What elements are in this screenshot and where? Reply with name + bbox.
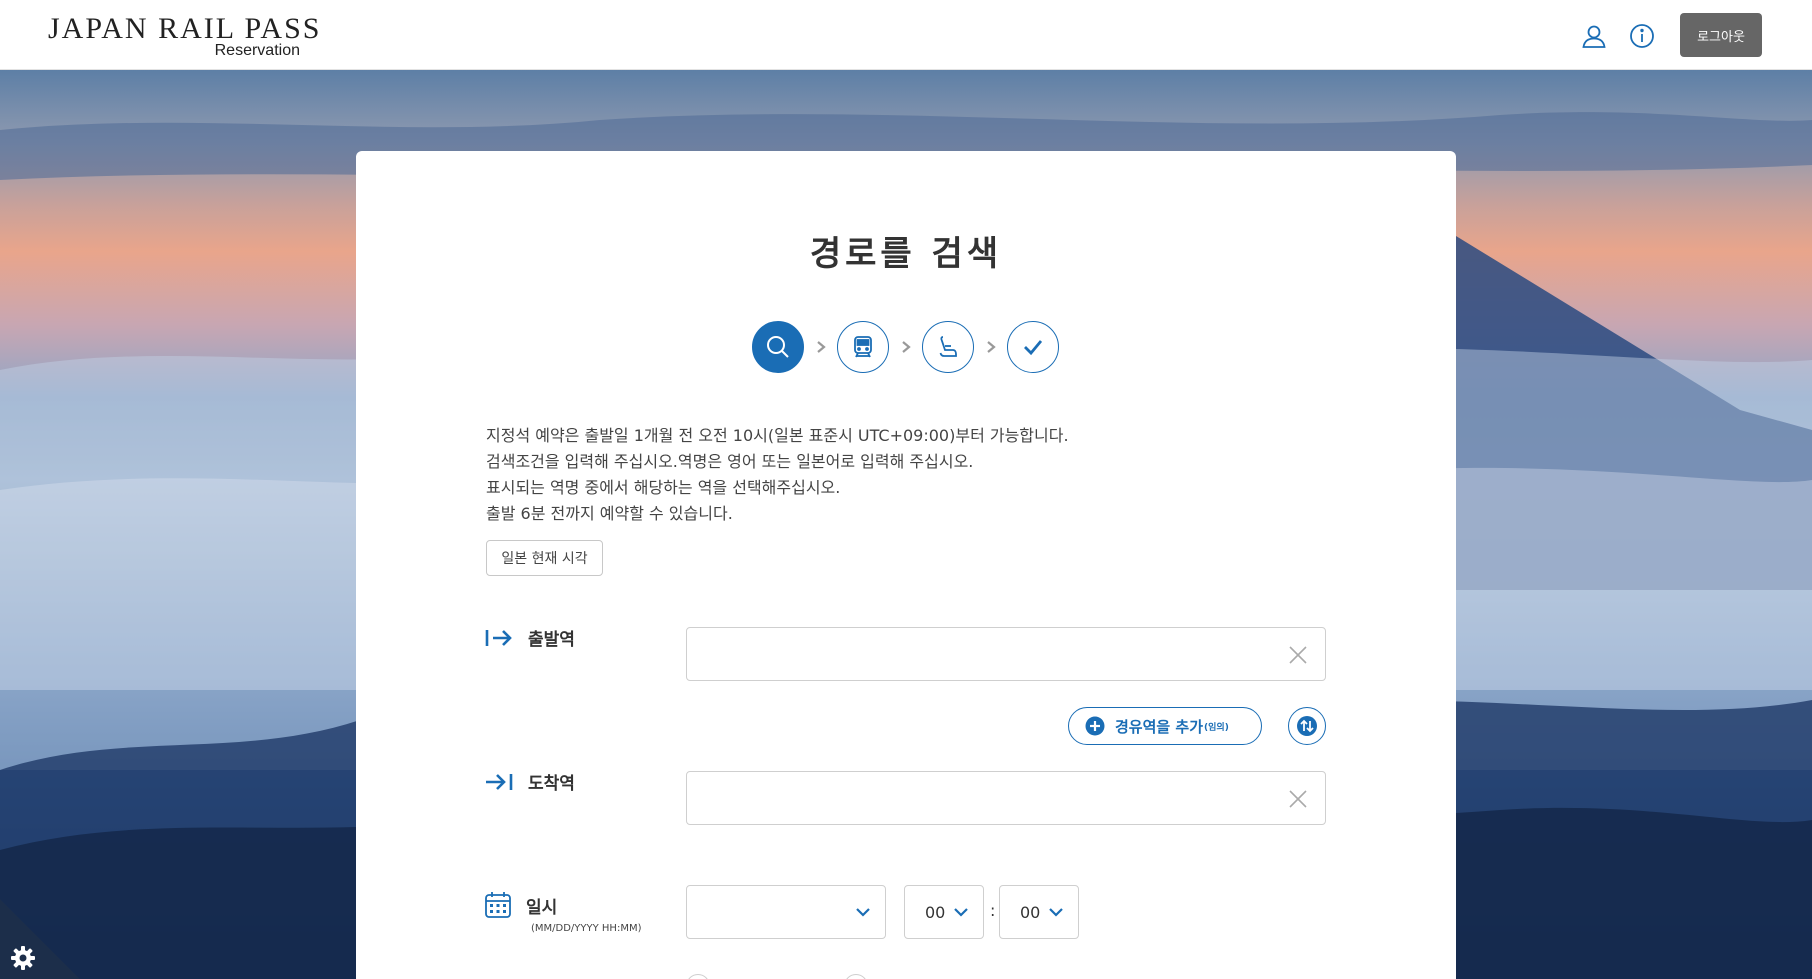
notice-line: 출발 6분 전까지 예약할 수 있습니다. [486, 504, 733, 523]
swap-icon [1297, 716, 1317, 736]
plus-circle-icon [1085, 716, 1105, 736]
arrival-label: 도착역 [484, 769, 575, 794]
arrival-label-text: 도착역 [528, 774, 575, 794]
user-icon[interactable] [1578, 20, 1610, 52]
chevron-down-icon [1049, 908, 1063, 917]
chevron-right-icon [804, 340, 837, 354]
notice-line: 지정석 예약은 출발일 1개월 전 오전 10시(일본 표준시 UTC+09:0… [486, 426, 1069, 445]
logo-subtitle: Reservation [214, 42, 300, 59]
check-icon [1024, 340, 1043, 356]
hour-select[interactable]: 00 [904, 885, 984, 939]
departure-label-text: 출발역 [528, 630, 575, 650]
chevron-right-icon [889, 340, 922, 354]
departure-station-input[interactable] [687, 628, 1325, 680]
logo-title: JAPAN RAIL PASS [48, 12, 322, 45]
departure-arrow-icon [485, 629, 512, 646]
date-select[interactable] [686, 885, 886, 939]
clear-arrival-icon[interactable] [1287, 788, 1309, 810]
notice-line: 검색조건을 입력해 주십시오.역명은 영어 또는 일본어로 입력해 주십시오. [486, 452, 974, 471]
logout-button[interactable]: 로그아웃 [1680, 13, 1762, 57]
swap-stations-button[interactable] [1288, 707, 1326, 745]
progress-steps [752, 321, 1059, 373]
radio-option[interactable] [844, 974, 868, 979]
departure-station-field [686, 627, 1326, 681]
add-via-station-button[interactable]: 경유역을 추가 (임의) [1068, 707, 1262, 745]
gear-icon[interactable] [9, 944, 37, 972]
calendar-icon [485, 892, 511, 918]
arrival-arrow-icon [486, 773, 513, 790]
datetime-label-text: 일시 [526, 897, 558, 918]
seat-icon [939, 336, 957, 357]
page-title: 경로를 검색 [809, 234, 1003, 274]
minute-value: 00 [1020, 902, 1041, 922]
japan-rail-pass-logo[interactable]: JAPAN RAIL PASS Reservation [48, 12, 322, 60]
add-via-optional: (임의) [1204, 722, 1229, 733]
chevron-right-icon [974, 340, 1007, 354]
chevron-down-icon [856, 908, 870, 917]
train-icon [854, 336, 872, 358]
hour-value: 00 [925, 902, 946, 922]
arrival-station-field [686, 771, 1326, 825]
departure-label: 출발역 [484, 625, 575, 650]
datetime-format-hint: (MM/DD/YYYY HH:MM) [531, 923, 642, 934]
step-complete [1007, 321, 1059, 373]
route-search-card: 경로를 검색 지정석 예약은 출발일 1개월 전 오전 10시(일본 표준시 U… [356, 151, 1456, 979]
minute-select[interactable]: 00 [999, 885, 1079, 939]
reservation-notice: 지정석 예약은 출발일 1개월 전 오전 10시(일본 표준시 UTC+09:0… [486, 423, 1069, 527]
clear-departure-icon[interactable] [1287, 644, 1309, 666]
add-via-label: 경유역을 추가 [1115, 717, 1204, 736]
search-icon [767, 336, 789, 358]
japan-current-time-button[interactable]: 일본 현재 시각 [486, 540, 603, 576]
chevron-down-icon [954, 908, 968, 917]
datetime-label: 일시 [484, 891, 557, 919]
step-seat [922, 321, 974, 373]
step-train [837, 321, 889, 373]
info-icon[interactable] [1626, 20, 1658, 52]
top-header: JAPAN RAIL PASS Reservation 로그아웃 [0, 0, 1812, 70]
step-search [752, 321, 804, 373]
radio-option[interactable] [686, 974, 710, 979]
arrival-station-input[interactable] [687, 772, 1325, 824]
time-separator: : [990, 901, 996, 920]
notice-line: 표시되는 역명 중에서 해당하는 역을 선택해주십시오. [486, 478, 841, 497]
